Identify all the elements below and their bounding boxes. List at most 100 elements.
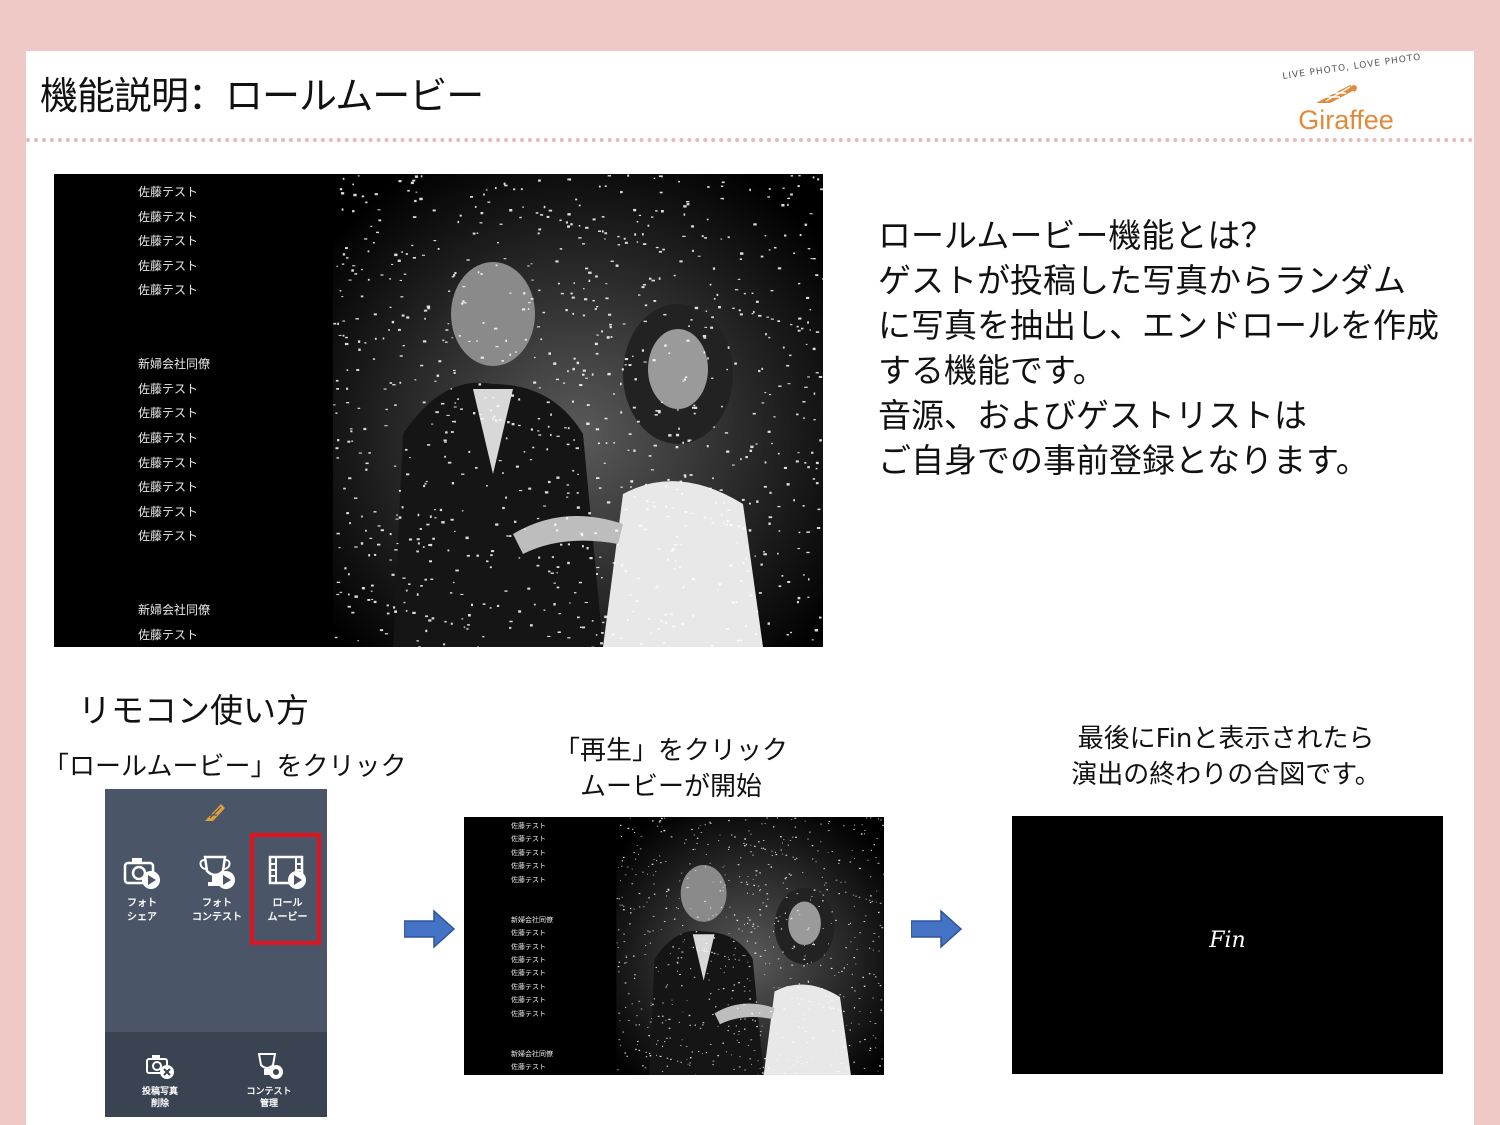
confetti-sparkle — [779, 1055, 781, 1057]
confetti-sparkle — [817, 178, 820, 181]
confetti-sparkle — [665, 621, 668, 624]
confetti-sparkle — [673, 274, 676, 277]
confetti-sparkle — [485, 189, 488, 191]
confetti-sparkle — [618, 971, 620, 973]
confetti-sparkle — [748, 966, 751, 968]
confetti-sparkle — [830, 957, 832, 959]
confetti-sparkle — [414, 379, 417, 381]
confetti-sparkle — [620, 411, 623, 414]
confetti-sparkle — [513, 188, 516, 191]
confetti-sparkle — [497, 242, 499, 244]
confetti-sparkle — [721, 405, 723, 408]
confetti-sparkle — [586, 404, 590, 406]
confetti-sparkle — [712, 477, 714, 480]
confetti-sparkle — [453, 406, 457, 408]
confetti-sparkle — [639, 906, 641, 908]
confetti-sparkle — [571, 296, 575, 299]
confetti-sparkle — [802, 1018, 805, 1020]
confetti-sparkle — [782, 882, 785, 884]
feature-description: ロールムービー機能とは？ ゲストが投稿した写真からランダム に写真を抽出し、エンドロ… — [878, 213, 1468, 483]
confetti-sparkle — [676, 961, 679, 963]
confetti-sparkle — [401, 251, 403, 253]
confetti-sparkle — [651, 1018, 653, 1019]
confetti-sparkle — [678, 180, 680, 183]
confetti-sparkle — [758, 314, 762, 317]
confetti-sparkle — [632, 610, 635, 613]
confetti-sparkle — [569, 602, 571, 604]
confetti-sparkle — [722, 988, 725, 990]
confetti-sparkle — [802, 871, 804, 873]
confetti-sparkle — [698, 1051, 700, 1053]
confetti-sparkle — [401, 314, 405, 317]
confetti-sparkle — [826, 889, 828, 891]
confetti-sparkle — [528, 302, 531, 304]
confetti-sparkle — [385, 408, 388, 411]
confetti-sparkle — [792, 1042, 794, 1044]
confetti-sparkle — [752, 879, 754, 880]
confetti-sparkle — [837, 1008, 839, 1010]
confetti-sparkle — [712, 1014, 714, 1015]
confetti-sparkle — [843, 967, 845, 969]
confetti-sparkle — [399, 355, 403, 357]
confetti-sparkle — [659, 191, 663, 194]
confetti-sparkle — [740, 1018, 742, 1020]
roll-movie-highlight — [250, 833, 321, 945]
confetti-sparkle — [543, 205, 546, 209]
confetti-sparkle — [434, 380, 437, 382]
confetti-sparkle — [804, 1030, 807, 1032]
confetti-sparkle — [804, 462, 807, 464]
confetti-sparkle — [547, 635, 551, 637]
confetti-sparkle — [400, 296, 404, 298]
confetti-sparkle — [624, 962, 626, 964]
confetti-sparkle — [841, 1033, 844, 1034]
confetti-sparkle — [712, 915, 714, 917]
confetti-sparkle — [683, 205, 687, 208]
confetti-sparkle — [750, 445, 754, 449]
photo-share-button[interactable]: フォト シェア — [117, 853, 167, 925]
contest-manage-button[interactable]: コンテスト 管理 — [239, 1052, 299, 1110]
confetti-sparkle — [650, 469, 654, 471]
confetti-sparkle — [863, 985, 866, 987]
photo-contest-button[interactable]: フォト コンテスト — [187, 853, 247, 925]
description-line: ロールムービー機能とは？ — [878, 216, 1274, 255]
confetti-sparkle — [678, 948, 681, 949]
confetti-sparkle — [771, 442, 773, 445]
confetti-sparkle — [768, 1067, 770, 1069]
confetti-sparkle — [560, 292, 564, 295]
confetti-sparkle — [636, 577, 640, 580]
description-line: ご自身での事前登録となります。 — [878, 441, 1369, 480]
confetti-sparkle — [625, 956, 627, 958]
confetti-sparkle — [681, 623, 685, 625]
confetti-sparkle — [807, 596, 810, 598]
confetti-sparkle — [795, 460, 799, 463]
confetti-sparkle — [869, 901, 872, 903]
delete-post-button[interactable]: 投稿写真 削除 — [130, 1052, 190, 1110]
confetti-sparkle — [727, 848, 730, 850]
confetti-sparkle — [769, 963, 771, 965]
confetti-sparkle — [573, 592, 577, 594]
confetti-sparkle — [656, 1054, 657, 1056]
confetti-sparkle — [567, 543, 570, 546]
confetti-sparkle — [426, 523, 430, 526]
confetti-sparkle — [738, 1034, 740, 1035]
confetti-sparkle — [843, 1010, 845, 1013]
confetti-sparkle — [702, 1024, 704, 1026]
confetti-sparkle — [643, 361, 647, 363]
confetti-sparkle — [770, 866, 773, 868]
confetti-sparkle — [773, 416, 776, 418]
confetti-sparkle — [554, 523, 557, 526]
confetti-sparkle — [822, 278, 823, 280]
confetti-sparkle — [786, 634, 789, 636]
confetti-sparkle — [339, 290, 342, 292]
confetti-sparkle — [620, 637, 623, 640]
confetti-sparkle — [744, 1028, 746, 1030]
confetti-sparkle — [558, 613, 562, 615]
confetti-sparkle — [821, 988, 823, 990]
confetti-sparkle — [368, 452, 371, 454]
confetti-sparkle — [757, 885, 760, 887]
confetti-sparkle — [617, 235, 620, 238]
confetti-sparkle — [384, 633, 388, 635]
credit-line: 佐藤テスト — [138, 234, 199, 249]
confetti-sparkle — [788, 873, 791, 875]
confetti-sparkle — [748, 830, 750, 832]
